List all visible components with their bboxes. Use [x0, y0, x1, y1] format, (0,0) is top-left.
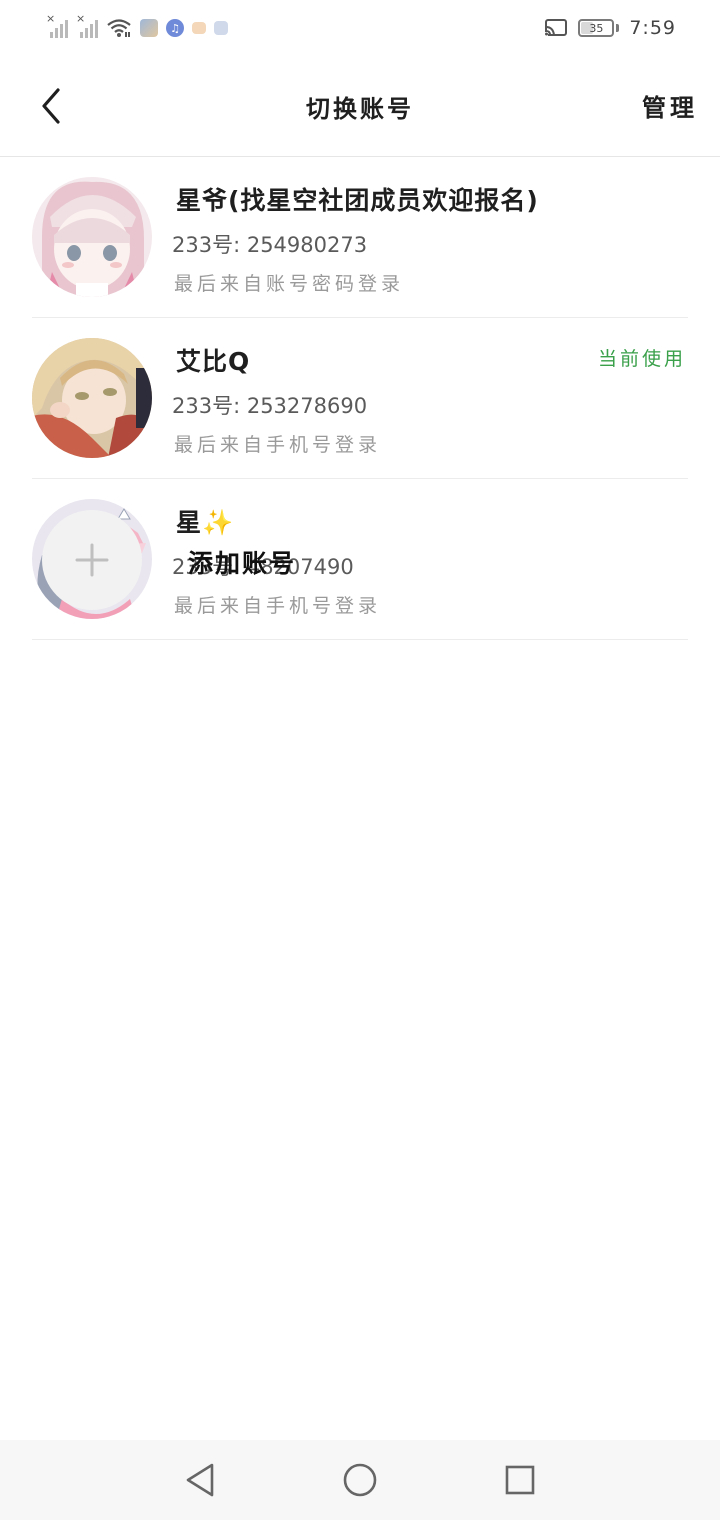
page-title: 切换账号 — [306, 94, 414, 123]
system-nav-bar — [0, 1440, 720, 1520]
status-right: 35 7:59 — [544, 17, 676, 39]
plus-icon — [75, 543, 109, 577]
add-account-circle — [42, 510, 142, 610]
nav-recents-button[interactable] — [490, 1450, 550, 1510]
back-button[interactable] — [34, 84, 68, 128]
mail-icon — [192, 22, 206, 34]
status-bar: × × ♫ 35 7:59 — [0, 0, 720, 56]
cast-icon — [544, 19, 568, 36]
battery-icon: 35 — [578, 19, 615, 37]
image-icon — [214, 21, 228, 35]
account-id: 233号: 253278690 — [172, 394, 368, 418]
recents-square-icon — [505, 1465, 535, 1495]
screen: × × ♫ 35 7:59 切换账号 管理 星爷(找星空社团成员欢迎报名) 23… — [0, 0, 720, 1520]
avatar — [32, 177, 152, 297]
clock: 7:59 — [629, 17, 676, 39]
status-left: × × ♫ — [46, 13, 228, 38]
app-notification-icon — [140, 19, 158, 37]
add-account-button[interactable]: 添加账号 — [42, 510, 682, 610]
battery-text: 35 — [589, 21, 604, 35]
account-item[interactable]: 星爷(找星空社团成员欢迎报名) 233号: 254980273 最后来自账号密码… — [32, 157, 688, 318]
chevron-left-icon — [42, 88, 60, 124]
nav-back-button[interactable] — [170, 1450, 230, 1510]
account-id: 233号: 254980273 — [172, 233, 368, 257]
nav-home-button[interactable] — [330, 1450, 390, 1510]
signal-2-icon: × — [76, 13, 98, 38]
account-name: 艾比Q — [176, 347, 251, 376]
wifi-icon — [107, 19, 131, 37]
current-account-badge: 当前使用 — [597, 348, 686, 370]
account-login-method: 最后来自账号密码登录 — [174, 273, 405, 295]
account-login-method: 最后来自手机号登录 — [174, 434, 382, 456]
battery-tip — [616, 24, 620, 32]
music-icon: ♫ — [166, 19, 184, 37]
signal-1-icon: × — [46, 13, 68, 38]
back-triangle-icon — [186, 1463, 214, 1497]
header: 切换账号 管理 — [0, 56, 720, 157]
add-account-label: 添加账号 — [188, 549, 297, 578]
manage-button[interactable]: 管理 — [642, 88, 698, 123]
account-name: 星爷(找星空社团成员欢迎报名) — [176, 186, 539, 215]
avatar — [32, 338, 152, 458]
account-item[interactable]: 艾比Q 当前使用 233号: 253278690 最后来自手机号登录 — [32, 318, 688, 479]
home-circle-icon — [343, 1463, 377, 1497]
